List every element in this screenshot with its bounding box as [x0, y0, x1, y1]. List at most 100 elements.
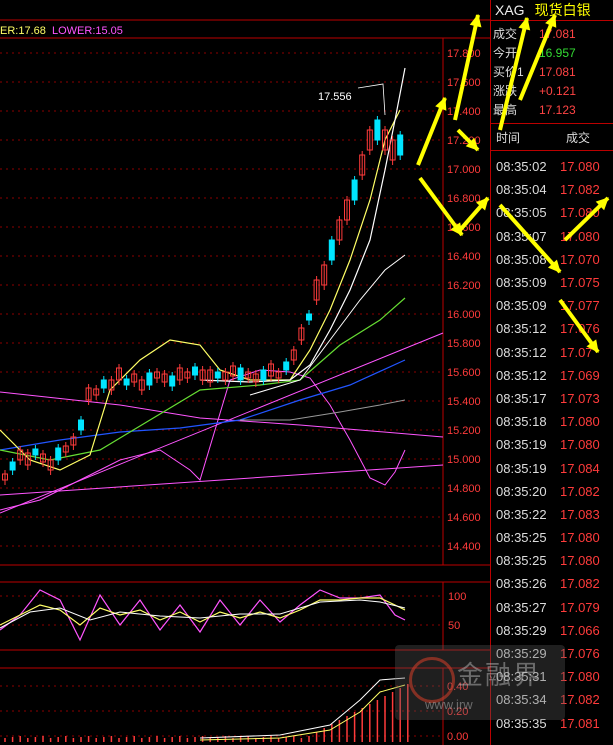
trade-time: 08:35:27 [496, 599, 547, 615]
symbol-code: XAG [495, 2, 525, 18]
trade-price: 17.075 [560, 275, 600, 291]
trade-time: 08:35:19 [496, 460, 547, 476]
trade-price: 17.077 [560, 298, 600, 314]
axis-main-label: 17.000 [447, 164, 481, 176]
trade-row[interactable]: 08:35:25 17.080 [491, 526, 613, 549]
trades-header-time: 时间 [496, 130, 521, 145]
candle-body [214, 371, 221, 379]
trade-price: 17.083 [560, 506, 600, 522]
watermark: 金融界 www.jrw [395, 645, 565, 720]
trade-price: 17.080 [560, 553, 600, 569]
trade-time: 08:35:09 [496, 298, 547, 314]
quote-stats: 成交 17.081 今开 16.957 买价1 17.081 涨跌 +0.121 最高 17.12… [491, 21, 613, 119]
trade-price: 17.07 [560, 344, 593, 360]
trade-time: 08:35:17 [496, 390, 547, 406]
ma-gray-line [240, 399, 406, 421]
quote-stat-label: 最高 [493, 103, 518, 117]
watermark-text: 金融界 [457, 661, 542, 691]
trade-time: 08:35:18 [496, 414, 547, 430]
quote-stat-label: 买价1 [493, 65, 524, 79]
trade-price: 17.080 [560, 205, 600, 221]
trade-price: 17.069 [560, 367, 600, 383]
axis-main-label: 15.200 [447, 425, 481, 437]
candle-body [283, 361, 290, 371]
trade-price: 17.076 [560, 646, 600, 662]
trade-time: 08:35:12 [496, 344, 547, 360]
trade-row[interactable]: 08:35:17 17.073 [491, 387, 613, 410]
trade-time: 08:35:09 [496, 275, 547, 291]
trade-row[interactable]: 08:35:25 17.080 [491, 549, 613, 572]
axis-main-label: 16.000 [447, 309, 481, 321]
trade-time: 08:35:20 [496, 483, 547, 499]
trade-row[interactable]: 08:35:19 17.084 [491, 456, 613, 479]
trade-time: 08:35:05 [496, 205, 547, 221]
trade-price: 17.082 [560, 576, 600, 592]
candle-body [146, 372, 153, 386]
trade-time: 08:35:19 [496, 437, 547, 453]
trade-row[interactable]: 08:35:20 17.082 [491, 480, 613, 503]
axis-mid-label: 100 [448, 591, 466, 603]
quote-stat-value: 16.957 [539, 45, 576, 60]
trade-row[interactable]: 08:35:22 17.083 [491, 503, 613, 526]
quote-stat-label: 今开 [493, 46, 518, 60]
axis-main-label: 15.400 [447, 396, 481, 408]
trade-price: 17.080 [560, 437, 600, 453]
annotation-leader [357, 83, 386, 116]
macd-yellow-line [199, 684, 406, 741]
quote-stat-label: 成交 [493, 27, 518, 41]
trade-time: 08:35:12 [496, 367, 547, 383]
annotation-arrowhead [435, 96, 447, 111]
axis-main-label: 17.400 [447, 106, 481, 118]
trade-time: 08:35:25 [496, 553, 547, 569]
trade-row[interactable]: 08:35:27 17.079 [491, 596, 613, 619]
candle-body [100, 379, 107, 389]
trade-row[interactable]: 08:35:29 17.066 [491, 619, 613, 642]
legend-lower: LOWER:15.05 [52, 25, 123, 37]
trade-price: 17.073 [560, 390, 600, 406]
candle-body [397, 134, 404, 156]
candle-body [351, 179, 358, 201]
candle-body [374, 119, 381, 141]
quote-header: XAG 现货白银 [491, 0, 613, 21]
trade-price: 17.079 [560, 599, 600, 615]
trade-row[interactable]: 08:35:12 17.07 [491, 341, 613, 364]
trade-time: 08:35:02 [496, 159, 547, 175]
trade-row[interactable]: 08:35:08 17.070 [491, 248, 613, 271]
quote-stat-value: +0.121 [539, 83, 577, 98]
trade-price: 17.070 [560, 251, 600, 267]
trade-price: 17.082 [560, 483, 600, 499]
trade-time: 08:35:25 [496, 530, 547, 546]
trade-time: 08:35:04 [496, 182, 547, 198]
macd-white-line [199, 677, 406, 739]
osc-white-line [0, 599, 406, 629]
legend-upper: ER:17.68 [0, 25, 46, 37]
trade-price: 17.076 [560, 321, 600, 337]
trade-row[interactable]: 08:35:19 17.080 [491, 433, 613, 456]
axis-main-label: 17.800 [447, 48, 481, 60]
trade-price: 17.066 [560, 622, 600, 638]
quote-stat-value: 17.081 [539, 26, 576, 41]
trade-row[interactable]: 08:35:18 17.080 [491, 410, 613, 433]
trade-row[interactable]: 08:35:07 17.080 [491, 225, 613, 248]
quote-stat-row: 成交 17.081 [491, 24, 613, 43]
trend-line-2 [0, 464, 444, 496]
kline-chart[interactable]: ER:17.68 LOWER:15.05 17.556 17.80017.600… [0, 0, 490, 745]
osc-magenta-line [0, 589, 406, 642]
axis-main-label: 15.800 [447, 338, 481, 350]
candle-body [55, 447, 62, 461]
trade-row[interactable]: 08:35:12 17.069 [491, 364, 613, 387]
trade-row[interactable]: 08:35:05 17.080 [491, 201, 613, 224]
trade-row[interactable]: 08:35:26 17.082 [491, 572, 613, 595]
trades-header-price: 成交 [566, 130, 591, 145]
trade-time: 08:35:26 [496, 576, 547, 592]
axis-main-label: 14.800 [447, 483, 481, 495]
trade-row[interactable]: 08:35:09 17.075 [491, 271, 613, 294]
axis-bot-label: 0.00 [447, 731, 468, 743]
axis-main-label: 14.600 [447, 512, 481, 524]
quote-stat-value: 17.123 [539, 102, 576, 117]
trade-row[interactable]: 08:35:02 17.080 [491, 155, 613, 178]
trade-row[interactable]: 08:35:09 17.077 [491, 294, 613, 317]
candle-body [260, 369, 267, 381]
trade-row[interactable]: 08:35:12 17.076 [491, 317, 613, 340]
trade-row[interactable]: 08:35:04 17.082 [491, 178, 613, 201]
